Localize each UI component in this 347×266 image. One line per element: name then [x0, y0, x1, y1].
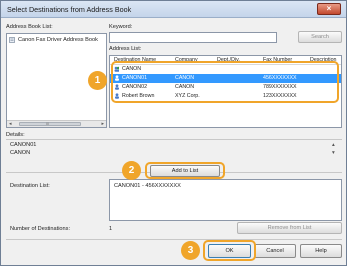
scroll-grip-icon: III	[46, 121, 50, 126]
highlight-frame	[111, 61, 339, 103]
scroll-thumb[interactable]: III	[19, 121, 81, 126]
details-line: CANON	[10, 150, 31, 156]
callout-badge: 3	[181, 241, 200, 260]
scroll-left-icon[interactable]: ◂	[9, 121, 12, 127]
keyword-label: Keyword:	[109, 24, 133, 30]
details-label: Details:	[6, 132, 25, 138]
address-book-list-label: Address Book List:	[6, 24, 53, 30]
callout-badge: 1	[88, 71, 107, 90]
search-button[interactable]: Search	[298, 31, 342, 43]
number-of-destinations-value: 1	[109, 226, 113, 232]
scroll-up-icon[interactable]: ▴	[332, 142, 335, 148]
keyword-input[interactable]	[109, 32, 277, 43]
scroll-down-icon[interactable]: ▾	[332, 150, 335, 156]
callout-badge: 2	[122, 161, 141, 180]
address-list-label: Address List:	[109, 46, 142, 52]
scroll-right-icon[interactable]: ▸	[101, 121, 104, 127]
address-book-scrollbar[interactable]: ◂ III ▸	[7, 120, 106, 127]
cancel-button[interactable]: Cancel	[254, 244, 296, 258]
close-icon: ×	[326, 4, 332, 13]
close-button[interactable]: ×	[317, 3, 341, 15]
help-button[interactable]: Help	[300, 244, 342, 258]
destination-list-label: Destination List:	[10, 183, 50, 189]
dialog-title: Select Destinations from Address Book	[7, 5, 132, 14]
highlight-frame	[145, 162, 225, 179]
details-line: CANON01	[10, 142, 37, 148]
separator	[6, 239, 342, 240]
address-book-icon	[9, 37, 15, 43]
address-book-dialog: Select Destinations from Address Book × …	[0, 0, 347, 266]
remove-from-list-button[interactable]: Remove from List	[237, 222, 342, 234]
number-of-destinations-label: Number of Destinations:	[10, 226, 71, 232]
destination-list-item[interactable]: CANON01 - 456XXXXXXX	[114, 183, 181, 189]
address-book-item-label: Canon Fax Driver Address Book	[18, 37, 98, 43]
separator	[6, 139, 342, 140]
title-bar: Select Destinations from Address Book ×	[1, 1, 346, 18]
highlight-frame	[203, 240, 256, 261]
destination-list[interactable]: CANON01 - 456XXXXXXX	[109, 179, 342, 221]
